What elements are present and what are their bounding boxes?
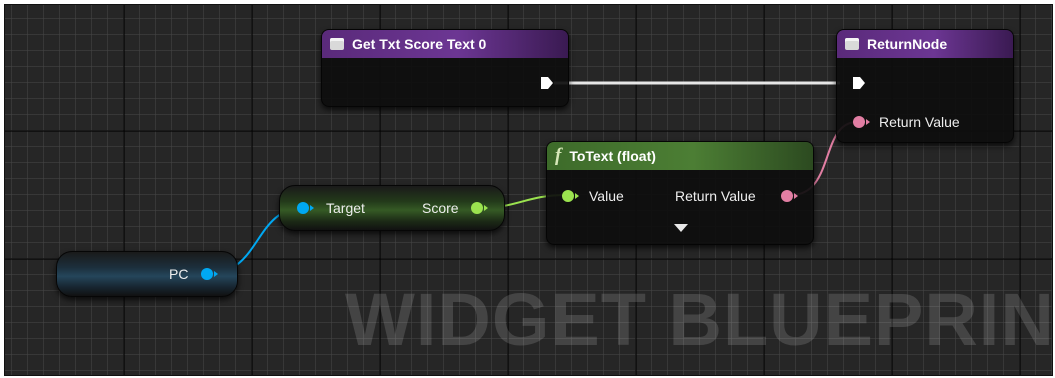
target-object-pin[interactable] [297, 202, 309, 214]
exec-in-pin[interactable] [852, 76, 866, 90]
pc-object-pin[interactable] [201, 268, 213, 280]
get-score-text-node[interactable]: Get Txt Score Text 0 [321, 29, 569, 107]
node-header: ReturnNode [837, 30, 1013, 58]
exec-out-pin[interactable] [540, 76, 554, 90]
pin-arrow-icon [575, 193, 579, 199]
node-header: f ToText (float) [547, 142, 813, 170]
score-label: Score [422, 200, 459, 216]
pin-arrow-icon [866, 119, 870, 125]
pin-arrow-icon [214, 271, 218, 277]
value-float-pin[interactable] [562, 190, 574, 202]
value-label: Value [589, 188, 624, 204]
node-header: Get Txt Score Text 0 [322, 30, 568, 58]
node-title: ReturnNode [867, 36, 948, 52]
pc-getter-node[interactable]: PC [56, 251, 238, 297]
function-icon [845, 38, 859, 50]
blueprint-graph-canvas[interactable]: WIDGET BLUEPRINT Get Txt Score Text 0 Re… [4, 4, 1053, 376]
pc-label: PC [169, 266, 189, 282]
return-node[interactable]: ReturnNode Return Value [836, 29, 1014, 143]
function-f-icon: f [555, 145, 562, 166]
pin-arrow-icon [310, 205, 314, 211]
pin-arrow-icon [794, 193, 798, 199]
score-float-pin[interactable] [471, 202, 483, 214]
triangle-down-icon[interactable] [674, 224, 688, 232]
return-value-text-pin[interactable] [781, 190, 793, 202]
to-text-float-node[interactable]: f ToText (float) Value Return Value [546, 141, 814, 245]
target-label: Target [326, 200, 365, 216]
return-value-label: Return Value [879, 114, 960, 130]
return-value-text-pin[interactable] [853, 116, 865, 128]
node-title: ToText (float) [569, 148, 656, 164]
return-value-label: Return Value [675, 188, 756, 204]
pin-arrow-icon [484, 205, 488, 211]
function-icon [330, 38, 344, 50]
node-title: Get Txt Score Text 0 [352, 36, 487, 52]
score-getter-node[interactable]: Target Score [279, 185, 505, 231]
